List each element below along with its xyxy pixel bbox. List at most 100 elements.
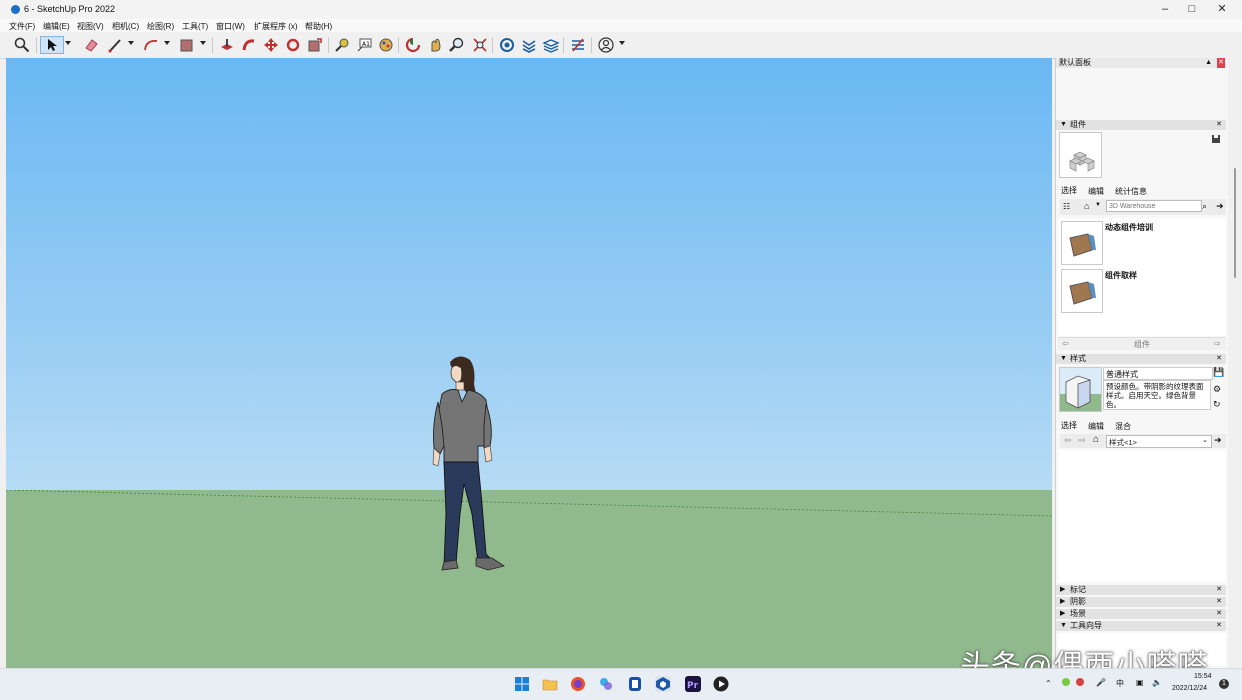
network-icon[interactable]: ▣ [1136, 678, 1144, 687]
move-tool[interactable] [262, 36, 280, 54]
tab-edit[interactable]: 编辑 [1088, 186, 1104, 197]
details-arrow-icon[interactable]: ➜ [1216, 201, 1224, 212]
paint-bucket-tool[interactable] [377, 36, 395, 54]
clock-time[interactable]: 15:54 [1194, 673, 1212, 680]
menu-tools[interactable]: 工具(T) [182, 21, 208, 32]
tab-select[interactable]: 选择 [1061, 420, 1077, 431]
search-icon[interactable] [13, 36, 31, 54]
home-icon[interactable]: ⌂ [1084, 201, 1089, 211]
search-go-icon[interactable]: ⌕ [1202, 201, 1207, 212]
list-item-thumb[interactable] [1061, 221, 1103, 265]
windows-start-icon[interactable] [514, 676, 530, 692]
menu-camera[interactable]: 相机(C) [112, 21, 139, 32]
firefox-icon[interactable] [570, 676, 586, 692]
sketchup-icon[interactable] [655, 676, 671, 692]
arc-tool[interactable] [142, 36, 160, 54]
extension-warehouse-icon[interactable] [520, 36, 538, 54]
style-collection-select[interactable]: 样式<1> ⌄ [1106, 435, 1212, 448]
list-item-name[interactable]: 组件取样 [1105, 270, 1137, 281]
store-icon[interactable] [627, 676, 643, 692]
sandbox-icon[interactable] [569, 36, 587, 54]
shadows-close-icon[interactable]: ✕ [1216, 597, 1222, 607]
media-player-icon[interactable] [713, 676, 729, 692]
volume-icon[interactable]: 🔈 [1152, 678, 1162, 687]
create-style-icon[interactable]: ⚙ [1213, 384, 1221, 395]
tab-statistics[interactable]: 统计信息 [1115, 186, 1147, 197]
scale-tool[interactable] [306, 36, 324, 54]
eraser-tool[interactable] [82, 36, 100, 54]
person-figure[interactable] [414, 354, 510, 576]
tags-close-icon[interactable]: ✕ [1216, 585, 1222, 595]
menu-window[interactable]: 窗口(W) [216, 21, 245, 32]
back-arrow-icon[interactable]: ⇦ [1062, 339, 1069, 348]
pin-icon[interactable]: ▲ [1205, 58, 1212, 68]
maximize-icon[interactable]: □ [1177, 2, 1207, 17]
text-tool[interactable]: A1 [355, 36, 373, 54]
scrollbar-thumb[interactable] [1234, 168, 1236, 278]
menu-view[interactable]: 视图(V) [77, 21, 104, 32]
tray-app-icon[interactable] [1076, 678, 1084, 686]
instructor-header[interactable]: ▼ 工具向导 ✕ [1056, 621, 1226, 631]
menu-help[interactable]: 帮助(H) [305, 21, 332, 32]
menu-extensions[interactable]: 扩展程序 (x) [254, 21, 298, 32]
forward-arrow-icon[interactable]: ⇨ [1078, 435, 1086, 446]
style-description[interactable]: 预设颜色。带阴影的纹理表面样式。启用天空。绿色背景色。 [1103, 380, 1211, 410]
style-save-icon[interactable]: 💾 [1213, 367, 1224, 378]
tape-measure-tool[interactable] [333, 36, 351, 54]
menu-file[interactable]: 文件(F) [9, 21, 35, 32]
shape-dropdown-icon[interactable] [200, 41, 206, 45]
premiere-icon[interactable]: Pr [685, 676, 701, 692]
list-item-thumb[interactable] [1061, 269, 1103, 313]
zoom-extents-tool[interactable] [471, 36, 489, 54]
tray-app-icon[interactable] [1062, 678, 1070, 686]
microphone-icon[interactable]: 🎤 [1096, 678, 1106, 687]
warehouse-icon[interactable] [498, 36, 516, 54]
select-dropdown-icon[interactable] [65, 41, 71, 45]
styles-header[interactable]: ▼ 样式 ✕ [1056, 354, 1226, 364]
view-options-icon[interactable]: ☷ [1063, 202, 1070, 211]
tray-chevron-icon[interactable]: ⌃ [1045, 679, 1052, 688]
update-style-icon[interactable]: ↻ [1213, 399, 1221, 410]
scenes-close-icon[interactable]: ✕ [1216, 609, 1222, 619]
zoom-tool[interactable] [448, 36, 466, 54]
notification-badge[interactable]: 1 [1219, 679, 1229, 689]
tray-scrollbar[interactable] [1229, 58, 1242, 668]
menu-draw[interactable]: 绘图(R) [147, 21, 174, 32]
components-header[interactable]: ▼ 组件 ✕ [1056, 120, 1226, 130]
components-close-icon[interactable]: ✕ [1216, 120, 1222, 130]
close-icon[interactable]: ✕ [1207, 2, 1237, 17]
details-arrow-icon[interactable]: ➜ [1214, 435, 1222, 446]
tab-edit[interactable]: 编辑 [1088, 421, 1104, 432]
scenes-header[interactable]: ▶ 场景 ✕ [1056, 609, 1226, 619]
select-tool[interactable] [40, 36, 64, 54]
pan-tool[interactable] [427, 36, 445, 54]
push-pull-tool[interactable] [218, 36, 236, 54]
styles-close-icon[interactable]: ✕ [1216, 354, 1222, 364]
app-icon[interactable] [598, 676, 614, 692]
tab-mix[interactable]: 混合 [1115, 421, 1131, 432]
tags-header[interactable]: ▶ 标记 ✕ [1056, 585, 1226, 595]
ime-language-indicator[interactable]: 中 [1116, 678, 1124, 689]
modeling-viewport[interactable] [6, 58, 1052, 668]
menu-edit[interactable]: 编辑(E) [43, 21, 70, 32]
orbit-tool[interactable] [404, 36, 422, 54]
list-item-name[interactable]: 动态组件培训 [1105, 222, 1153, 233]
tray-close-icon[interactable]: ✕ [1217, 58, 1225, 68]
minimize-icon[interactable]: – [1150, 2, 1180, 17]
file-explorer-icon[interactable] [542, 676, 558, 692]
line-tool[interactable] [106, 36, 124, 54]
warehouse-search-input[interactable] [1106, 200, 1202, 212]
arc-dropdown-icon[interactable] [164, 41, 170, 45]
forward-arrow-icon[interactable]: ⇨ [1214, 339, 1221, 348]
account-dropdown-icon[interactable] [619, 41, 625, 45]
tab-select[interactable]: 选择 [1061, 185, 1077, 196]
component-save-icon[interactable] [1211, 134, 1221, 144]
account-icon[interactable] [597, 36, 615, 54]
line-dropdown-icon[interactable] [128, 41, 134, 45]
back-arrow-icon[interactable]: ⇦ [1064, 435, 1072, 446]
nav-dropdown-icon[interactable]: ▼ [1095, 202, 1101, 208]
follow-me-tool[interactable] [240, 36, 258, 54]
layout-icon[interactable] [542, 36, 560, 54]
clock-date[interactable]: 2022/12/24 [1172, 685, 1207, 692]
rotate-tool[interactable] [284, 36, 302, 54]
